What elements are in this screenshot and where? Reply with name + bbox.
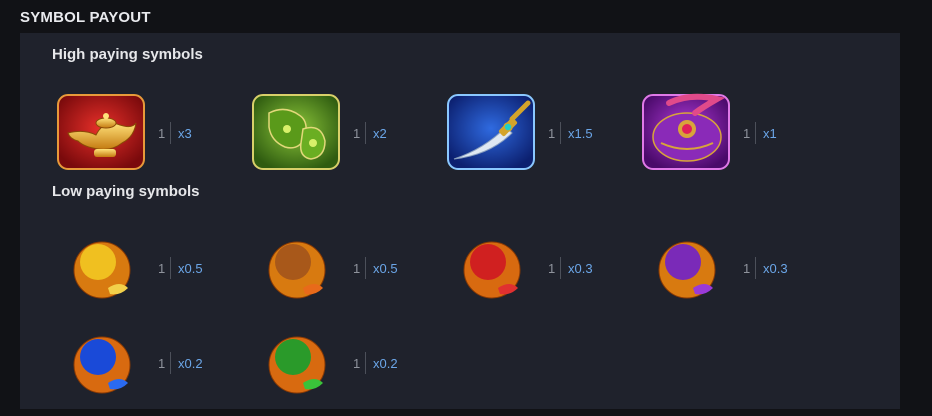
page-title: SYMBOL PAYOUT (20, 9, 151, 26)
symbol-multiplier: x0.3 (568, 261, 593, 276)
divider (755, 257, 756, 279)
symbol-multiplier: x1 (763, 126, 777, 141)
symbol-pomegranate-red: 1 x0.3 (444, 224, 644, 314)
symbol-pomegranate-yellow: 1 x0.5 (54, 224, 254, 314)
blue-pomegranate-icon (73, 336, 131, 394)
symbol-count: 1 (353, 126, 361, 141)
yellow-pomegranate-icon (73, 241, 131, 299)
symbol-multiplier: x1.5 (568, 126, 593, 141)
symbol-amulet: 1 x2 (249, 89, 449, 179)
symbol-multiplier: x0.5 (373, 261, 398, 276)
symbol-pomegranate-brown: 1 x0.5 (249, 224, 449, 314)
symbol-count: 1 (353, 356, 361, 371)
divider (365, 257, 366, 279)
symbol-dagger: 1 x1.5 (444, 89, 644, 179)
divider (560, 257, 561, 279)
symbol-multiplier: x0.2 (178, 356, 203, 371)
dagger-icon (447, 94, 535, 170)
symbol-lamp: 1 x3 (54, 89, 254, 179)
symbol-turban: 1 x1 (639, 89, 839, 179)
symbol-count: 1 (548, 126, 556, 141)
symbol-count: 1 (353, 261, 361, 276)
symbol-count: 1 (158, 356, 166, 371)
symbol-count: 1 (548, 261, 556, 276)
symbol-pomegranate-green: 1 x0.2 (249, 319, 449, 409)
high-paying-heading: High paying symbols (52, 46, 203, 63)
green-pomegranate-icon (268, 336, 326, 394)
jeweled-turban-icon (642, 93, 730, 170)
brown-pomegranate-icon (268, 241, 326, 299)
purple-pomegranate-icon (658, 241, 716, 299)
divider (755, 122, 756, 144)
divider (365, 122, 366, 144)
symbol-multiplier: x0.5 (178, 261, 203, 276)
divider (365, 352, 366, 374)
symbol-count: 1 (743, 126, 751, 141)
symbol-count: 1 (158, 126, 166, 141)
symbol-payout-panel: High paying symbols 1 x3 1 x2 1 x1.5 1 x… (20, 33, 900, 409)
symbol-multiplier: x2 (373, 126, 387, 141)
symbol-count: 1 (743, 261, 751, 276)
low-paying-heading: Low paying symbols (52, 183, 200, 200)
divider (560, 122, 561, 144)
divider (170, 257, 171, 279)
symbol-multiplier: x0.2 (373, 356, 398, 371)
golden-lamp-icon (57, 94, 145, 170)
red-pomegranate-icon (463, 241, 521, 299)
symbol-multiplier: x0.3 (763, 261, 788, 276)
divider (170, 122, 171, 144)
symbol-count: 1 (158, 261, 166, 276)
green-amulet-icon (252, 94, 340, 170)
symbol-multiplier: x3 (178, 126, 192, 141)
symbol-pomegranate-blue: 1 x0.2 (54, 319, 254, 409)
symbol-pomegranate-purple: 1 x0.3 (639, 224, 839, 314)
divider (170, 352, 171, 374)
